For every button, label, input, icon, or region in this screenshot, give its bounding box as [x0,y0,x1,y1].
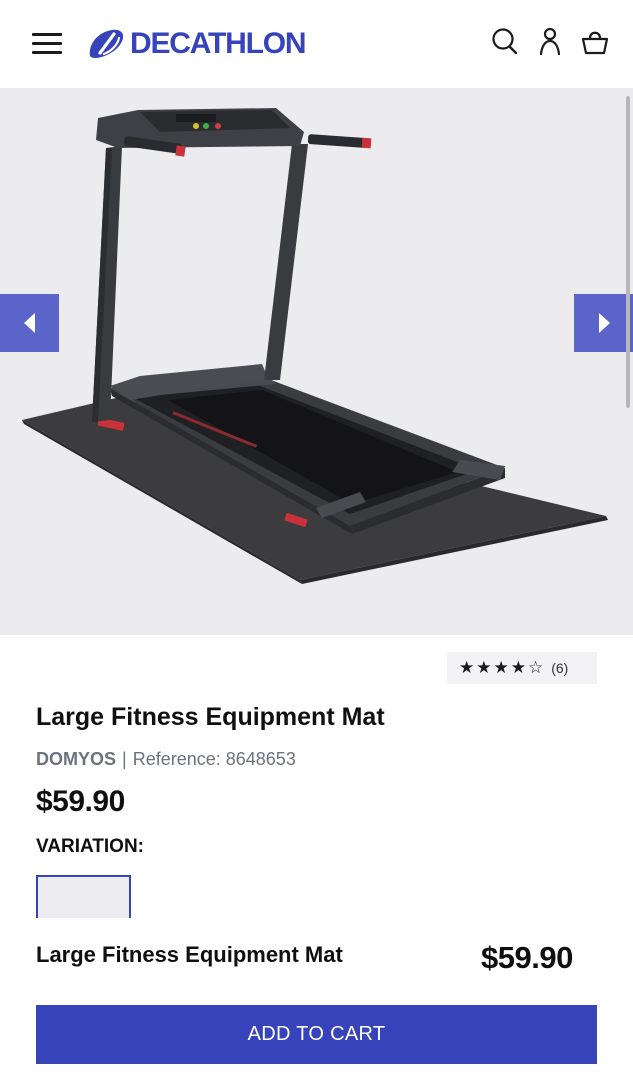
variation-swatch[interactable] [36,875,131,919]
chevron-right-icon [598,313,610,333]
rating-summary[interactable]: ★★★★☆ (6) [447,652,597,684]
product-image-gallery[interactable] [0,88,633,635]
product-price: $59.90 [36,785,125,818]
brand-reference-line: DOMYOS | Reference: 8648653 [36,749,296,770]
decathlon-logo[interactable]: DECATHLON [86,26,306,62]
brand-link[interactable]: DOMYOS [36,749,116,769]
site-header: DECATHLON [0,0,633,88]
rating-count: (6) [551,660,569,676]
cart-icon[interactable] [580,26,610,58]
sticky-product-title: Large Fitness Equipment Mat [36,942,343,967]
next-image-button[interactable] [574,294,633,352]
menu-icon[interactable] [32,31,62,55]
sticky-product-price: $59.90 [481,940,573,975]
previous-image-button[interactable] [0,294,59,352]
page-scrollbar[interactable] [626,96,630,408]
variation-label: VARIATION: [36,836,145,857]
add-to-cart-button[interactable]: ADD TO CART [36,1005,597,1064]
rating-stars: ★★★★☆ [459,658,546,678]
reference-number: Reference: 8648653 [132,749,296,769]
product-title: Large Fitness Equipment Mat [36,703,385,731]
chevron-left-icon [23,313,35,333]
separator: | [122,749,127,769]
search-icon[interactable] [490,26,520,58]
logo-mark-icon [89,29,124,58]
treadmill-on-mat-image [22,108,608,584]
sticky-purchase-bar: Large Fitness Equipment Mat $59.90 ADD T… [0,918,633,1080]
logo-text: DECATHLON [130,27,306,60]
account-icon[interactable] [535,26,565,58]
